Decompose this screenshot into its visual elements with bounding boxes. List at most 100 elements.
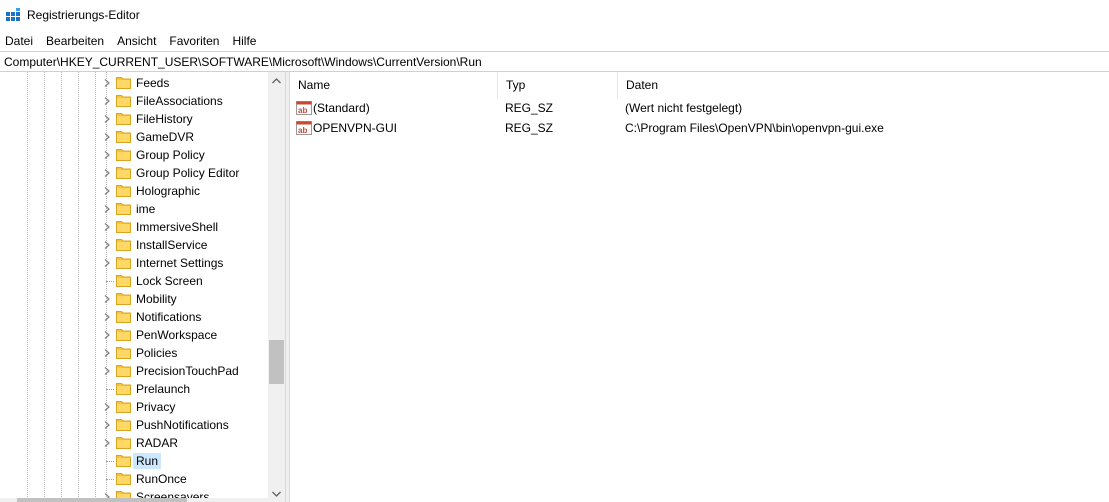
folder-icon [116, 293, 131, 305]
chevron-right-icon[interactable] [103, 97, 111, 105]
tree-vertical-scrollbar[interactable] [268, 72, 285, 502]
chevron-right-icon[interactable] [103, 223, 111, 231]
folder-icon [116, 149, 131, 161]
chevron-right-icon[interactable] [103, 439, 111, 447]
folder-icon [116, 203, 131, 215]
tree-item-label: Group Policy [136, 148, 205, 162]
menu-hilfe[interactable]: Hilfe [226, 32, 263, 50]
scroll-down-arrow-icon[interactable] [268, 485, 285, 502]
folder-icon [116, 347, 131, 359]
tree-item[interactable]: Holographic [0, 182, 268, 200]
folder-icon [116, 383, 131, 395]
tree-item-label: FileHistory [136, 112, 193, 126]
scroll-thumb[interactable] [269, 340, 284, 384]
tree-item[interactable]: FileAssociations [0, 92, 268, 110]
chevron-right-icon[interactable] [103, 295, 111, 303]
chevron-right-icon[interactable] [103, 313, 111, 321]
tree-item[interactable]: RADAR [0, 434, 268, 452]
folder-icon [116, 131, 131, 143]
tree-item[interactable]: ImmersiveShell [0, 218, 268, 236]
column-header-type[interactable]: Typ [498, 72, 618, 98]
tree-item[interactable]: InstallService [0, 236, 268, 254]
tree-item[interactable]: FileHistory [0, 110, 268, 128]
chevron-right-icon[interactable] [103, 241, 111, 249]
regedit-icon [6, 8, 20, 21]
tree-item[interactable]: Run [0, 452, 268, 470]
tree-branch-line [106, 281, 114, 282]
svg-text:ab: ab [298, 126, 307, 135]
column-header-name[interactable]: Name [290, 72, 498, 98]
folder-icon [116, 221, 131, 233]
value-name: OPENVPN-GUI [313, 121, 398, 135]
tree-item-label: Holographic [136, 184, 201, 198]
tree-item[interactable]: Group Policy [0, 146, 268, 164]
chevron-right-icon[interactable] [103, 115, 111, 123]
reg-string-icon: ab [296, 121, 312, 135]
address-input[interactable] [4, 54, 1104, 70]
tree-item[interactable]: Notifications [0, 308, 268, 326]
tree-item[interactable]: PushNotifications [0, 416, 268, 434]
tree-item-label: RunOnce [136, 472, 187, 486]
chevron-right-icon[interactable] [103, 331, 111, 339]
tree-item-label: FileAssociations [136, 94, 223, 108]
tree-item[interactable]: Policies [0, 344, 268, 362]
tree-item-label: PrecisionTouchPad [136, 364, 239, 378]
folder-icon [116, 257, 131, 269]
folder-icon [116, 419, 131, 431]
values-list: Name Typ Daten ab (Standard) REG_SZ (Wert n… [290, 72, 1109, 502]
value-row[interactable]: ab (Standard) REG_SZ (Wert nicht festgelegt… [290, 98, 1109, 118]
chevron-right-icon[interactable] [103, 169, 111, 177]
tree-item-label: GameDVR [136, 130, 195, 144]
tree-item-label: Privacy [136, 400, 176, 414]
tree-branch-line [106, 479, 114, 480]
chevron-right-icon[interactable] [103, 79, 111, 87]
menu-ansicht[interactable]: Ansicht [111, 32, 163, 50]
folder-icon [116, 473, 131, 485]
tree-item[interactable]: Feeds [0, 74, 268, 92]
tree-item[interactable]: RunOnce [0, 470, 268, 488]
menu-favoriten[interactable]: Favoriten [163, 32, 226, 50]
chevron-right-icon[interactable] [103, 151, 111, 159]
value-data: C:\Program Files\OpenVPN\bin\openvpn-gui… [625, 121, 884, 135]
tree-item[interactable]: PrecisionTouchPad [0, 362, 268, 380]
chevron-right-icon[interactable] [103, 403, 111, 411]
tree-item[interactable]: PenWorkspace [0, 326, 268, 344]
reg-string-icon: ab [296, 101, 312, 115]
value-type: REG_SZ [505, 121, 554, 135]
tree-item[interactable]: Internet Settings [0, 254, 268, 272]
chevron-right-icon[interactable] [103, 187, 111, 195]
tree-item-label: InstallService [136, 238, 208, 252]
chevron-right-icon[interactable] [103, 421, 111, 429]
folder-icon [116, 167, 131, 179]
tree-horizontal-scroll-thumb[interactable] [17, 498, 187, 502]
chevron-right-icon[interactable] [103, 133, 111, 141]
menu-bearbeiten[interactable]: Bearbeiten [40, 32, 111, 50]
folder-icon [116, 275, 131, 287]
tree-item[interactable]: Prelaunch [0, 380, 268, 398]
tree-item-label: Lock Screen [136, 274, 203, 288]
value-type: REG_SZ [505, 101, 554, 115]
tree-item-label: Internet Settings [136, 256, 224, 270]
tree-item[interactable]: ime [0, 200, 268, 218]
tree-item[interactable]: GameDVR [0, 128, 268, 146]
tree-item-label: Prelaunch [136, 382, 191, 396]
value-row[interactable]: ab OPENVPN-GUI REG_SZ C:\Program Files\Open… [290, 118, 1109, 138]
tree-item-label: ImmersiveShell [136, 220, 219, 234]
chevron-right-icon[interactable] [103, 205, 111, 213]
folder-icon [116, 311, 131, 323]
chevron-right-icon[interactable] [103, 259, 111, 267]
folder-icon [116, 239, 131, 251]
column-header-data[interactable]: Daten [618, 72, 1109, 98]
folder-icon [116, 185, 131, 197]
chevron-right-icon[interactable] [103, 349, 111, 357]
tree-item-label: PushNotifications [136, 418, 229, 432]
chevron-right-icon[interactable] [103, 367, 111, 375]
scroll-up-arrow-icon[interactable] [268, 72, 285, 89]
menu-datei[interactable]: Datei [0, 32, 40, 50]
menu-bar: Datei Bearbeiten Ansicht Favoriten Hilfe [0, 31, 1109, 51]
tree-item[interactable]: Lock Screen [0, 272, 268, 290]
tree-item[interactable]: Group Policy Editor [0, 164, 268, 182]
tree-item[interactable]: Privacy [0, 398, 268, 416]
tree-item[interactable]: Mobility [0, 290, 268, 308]
folder-icon [116, 365, 131, 377]
